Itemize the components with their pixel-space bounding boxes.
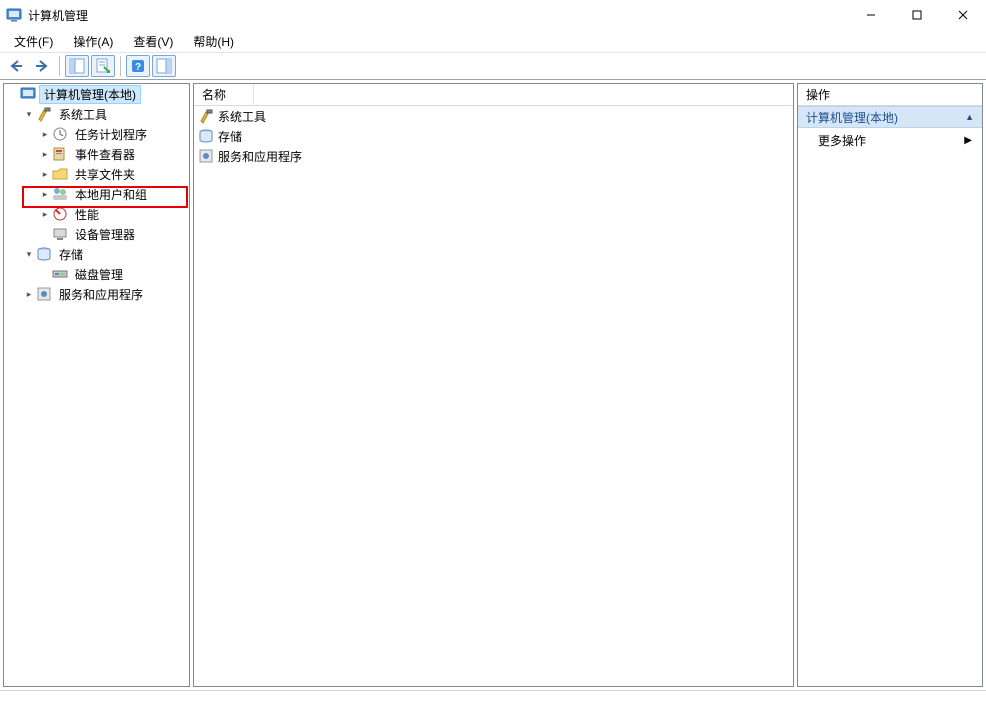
performance-icon	[52, 206, 68, 222]
menu-file[interactable]: 文件(F)	[6, 31, 61, 52]
list-item-services-apps[interactable]: 服务和应用程序	[194, 146, 793, 166]
tree-root[interactable]: 计算机管理(本地)	[4, 84, 189, 104]
users-groups-icon	[52, 186, 68, 202]
minimize-button[interactable]	[848, 0, 894, 30]
system-tools-icon	[198, 108, 214, 124]
list-item-storage[interactable]: 存储	[194, 126, 793, 146]
title-bar: 计算机管理	[0, 0, 986, 30]
tree-task-scheduler[interactable]: ▸ 任务计划程序	[36, 124, 189, 144]
services-apps-icon	[36, 286, 52, 302]
app-icon	[6, 7, 22, 23]
menu-view[interactable]: 查看(V)	[125, 31, 181, 52]
maximize-button[interactable]	[894, 0, 940, 30]
system-tools-icon	[36, 106, 52, 122]
toolbar: ?	[0, 52, 986, 80]
chevron-down-icon[interactable]: ▾	[22, 247, 36, 261]
storage-icon	[198, 128, 214, 144]
tree-disk-management[interactable]: 磁盘管理	[36, 264, 189, 284]
tree-storage[interactable]: ▾ 存储	[20, 244, 189, 264]
tree-label: 事件查看器	[71, 146, 139, 163]
window-title: 计算机管理	[28, 7, 88, 24]
tree-local-users-groups[interactable]: ▸ 本地用户和组	[36, 184, 189, 204]
chevron-down-icon[interactable]: ▾	[22, 107, 36, 121]
computer-management-icon	[20, 86, 36, 102]
chevron-right-icon[interactable]: ▸	[38, 147, 52, 161]
disk-management-icon	[52, 266, 68, 282]
tree-label: 本地用户和组	[71, 186, 151, 203]
actions-pane: 操作 计算机管理(本地) ▲ 更多操作 ▶	[797, 83, 983, 687]
menu-help[interactable]: 帮助(H)	[185, 31, 242, 52]
event-viewer-icon	[52, 146, 68, 162]
properties-button[interactable]	[91, 55, 115, 77]
tree-label: 性能	[71, 206, 103, 223]
svg-text:?: ?	[135, 62, 141, 73]
column-name[interactable]: 名称	[194, 84, 254, 105]
device-manager-icon	[52, 226, 68, 242]
tree-services-apps[interactable]: ▸ 服务和应用程序	[20, 284, 189, 304]
chevron-right-icon[interactable]: ▸	[22, 287, 36, 301]
services-apps-icon	[198, 148, 214, 164]
actions-header: 操作	[798, 84, 982, 106]
chevron-right-icon[interactable]: ▸	[38, 167, 52, 181]
chevron-right-icon: ▶	[964, 135, 972, 146]
tree-root-label: 计算机管理(本地)	[39, 85, 141, 104]
tree-label: 服务和应用程序	[55, 286, 147, 303]
chevron-right-icon[interactable]: ▸	[38, 187, 52, 201]
actions-group-header[interactable]: 计算机管理(本地) ▲	[798, 106, 982, 128]
menu-bar: 文件(F) 操作(A) 查看(V) 帮助(H)	[0, 30, 986, 52]
clock-icon	[52, 126, 68, 142]
main-area: 计算机管理(本地) ▾ 系统工具	[0, 80, 986, 690]
list-header: 名称	[194, 84, 793, 106]
tree-label: 磁盘管理	[71, 266, 127, 283]
tree-device-manager[interactable]: 设备管理器	[36, 224, 189, 244]
chevron-right-icon[interactable]: ▸	[38, 127, 52, 141]
help-button[interactable]: ?	[126, 55, 150, 77]
tree-shared-folders[interactable]: ▸ 共享文件夹	[36, 164, 189, 184]
tree-label: 系统工具	[55, 106, 111, 123]
status-bar	[0, 690, 986, 708]
list-pane: 名称 系统工具 存储 服务和应用程序	[193, 83, 794, 687]
tree-label: 设备管理器	[71, 226, 139, 243]
actions-group-label: 计算机管理(本地)	[806, 109, 898, 126]
close-button[interactable]	[940, 0, 986, 30]
tree-pane: 计算机管理(本地) ▾ 系统工具	[3, 83, 190, 687]
blank-expander	[38, 227, 52, 241]
list-item-label: 存储	[218, 128, 242, 145]
back-button[interactable]	[4, 55, 28, 77]
tree-label: 存储	[55, 246, 87, 263]
tree-event-viewer[interactable]: ▸ 事件查看器	[36, 144, 189, 164]
chevron-down-icon[interactable]	[6, 87, 20, 101]
tree-label: 任务计划程序	[71, 126, 151, 143]
list-item-system-tools[interactable]: 系统工具	[194, 106, 793, 126]
show-hide-action-button[interactable]	[152, 55, 176, 77]
storage-icon	[36, 246, 52, 262]
menu-action[interactable]: 操作(A)	[65, 31, 121, 52]
forward-button[interactable]	[30, 55, 54, 77]
tree-performance[interactable]: ▸ 性能	[36, 204, 189, 224]
tree-system-tools[interactable]: ▾ 系统工具	[20, 104, 189, 124]
chevron-right-icon[interactable]: ▸	[38, 207, 52, 221]
collapse-icon: ▲	[965, 112, 974, 122]
list-item-label: 系统工具	[218, 108, 266, 125]
list-item-label: 服务和应用程序	[218, 148, 302, 165]
tree-label: 共享文件夹	[71, 166, 139, 183]
action-more-label: 更多操作	[818, 132, 866, 149]
action-more[interactable]: 更多操作 ▶	[798, 128, 982, 152]
show-hide-tree-button[interactable]	[65, 55, 89, 77]
shared-folders-icon	[52, 166, 68, 182]
blank-expander	[38, 267, 52, 281]
